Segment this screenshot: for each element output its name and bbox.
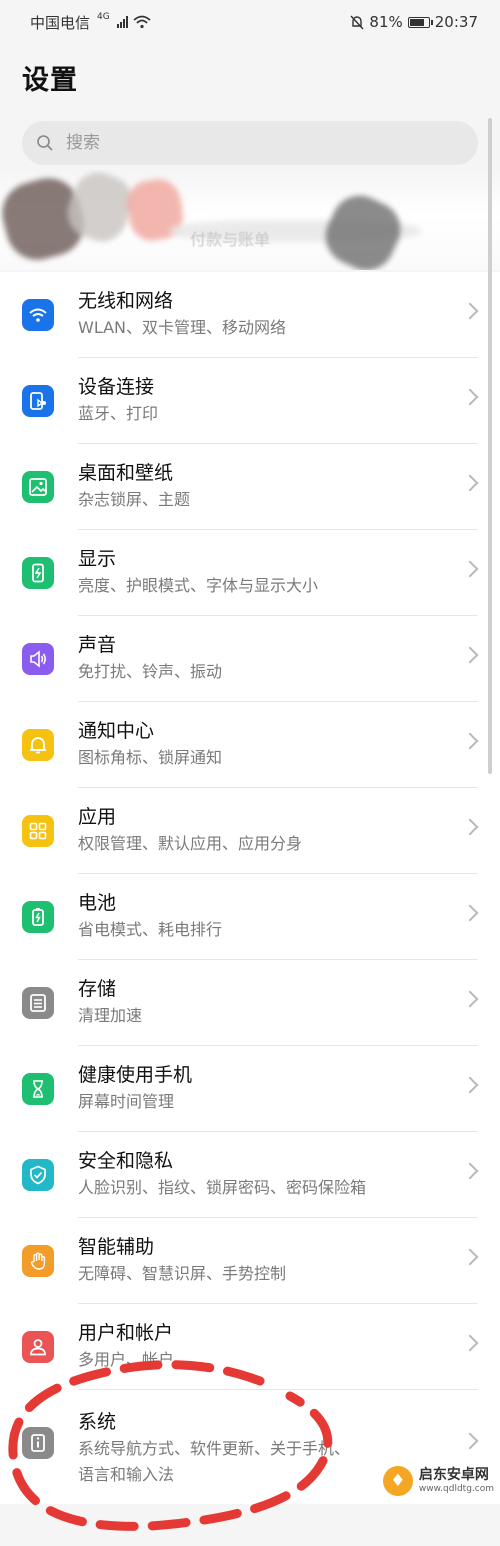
settings-item[interactable]: 桌面和壁纸杂志锁屏、主题 bbox=[0, 444, 500, 530]
settings-item-subtitle: 图标角标、锁屏通知 bbox=[78, 748, 223, 767]
clock: 20:37 bbox=[434, 13, 478, 31]
battery-percent: 81% bbox=[369, 13, 403, 31]
hand-icon bbox=[22, 1245, 54, 1277]
user-icon bbox=[22, 1331, 54, 1363]
settings-item[interactable]: 用户和帐户多用户、帐户 bbox=[0, 1304, 500, 1390]
storage-icon bbox=[22, 987, 54, 1019]
status-bar: 中国电信 4G 81% 20:37 bbox=[0, 0, 500, 44]
chevron-right-icon bbox=[461, 474, 479, 492]
banner-text: 付款与账单 bbox=[190, 230, 271, 249]
settings-item-title: 应用 bbox=[78, 806, 117, 828]
apps-grid-icon bbox=[22, 815, 54, 847]
settings-item-title: 存储 bbox=[78, 978, 117, 1000]
settings-item[interactable]: 无线和网络 WLAN、双卡管理、移动网络 bbox=[0, 272, 500, 358]
settings-item-subtitle: 多用户、帐户 bbox=[78, 1350, 175, 1369]
obscured-banner: 付款与账单 bbox=[0, 170, 500, 270]
watermark-logo: ♦ bbox=[382, 1466, 413, 1496]
chevron-right-icon bbox=[461, 1248, 479, 1266]
chevron-right-icon bbox=[461, 1162, 479, 1180]
settings-item-title: 智能辅助 bbox=[78, 1236, 155, 1258]
settings-item[interactable]: 应用权限管理、默认应用、应用分身 bbox=[0, 788, 500, 874]
network-type: 4G bbox=[97, 12, 110, 22]
settings-item-subtitle: 蓝牙、打印 bbox=[78, 404, 159, 423]
settings-item-subtitle: 权限管理、默认应用、应用分身 bbox=[78, 834, 303, 853]
settings-item[interactable]: 通知中心图标角标、锁屏通知 bbox=[0, 702, 500, 788]
settings-item-title: 用户和帐户 bbox=[78, 1322, 174, 1344]
battery-status-icon bbox=[407, 16, 433, 28]
settings-item-subtitle: 亮度、护眼模式、字体与显示大小 bbox=[78, 576, 319, 595]
watermark-url: www.qdldtg.com bbox=[418, 1484, 494, 1494]
settings-list: 无线和网络 WLAN、双卡管理、移动网络 设备连接蓝牙、打印桌面和壁纸杂志锁屏、主题… bbox=[0, 272, 500, 1504]
chevron-right-icon bbox=[461, 818, 479, 836]
settings-item-subtitle: 省电模式、耗电排行 bbox=[78, 920, 223, 939]
settings-item[interactable]: 安全和隐私人脸识别、指纹、锁屏密码、密码保险箱 bbox=[0, 1132, 500, 1218]
status-left: 中国电信 4G bbox=[30, 12, 151, 33]
search-icon bbox=[37, 135, 53, 151]
search-bar[interactable] bbox=[22, 121, 478, 165]
settings-item-title: 通知中心 bbox=[78, 720, 155, 742]
chevron-right-icon bbox=[461, 732, 479, 750]
display-icon bbox=[22, 557, 54, 589]
wifi-icon bbox=[22, 299, 54, 331]
signal-icon bbox=[116, 16, 128, 28]
scrollbar[interactable] bbox=[488, 118, 492, 774]
bell-icon bbox=[22, 729, 54, 761]
wifi-status-icon bbox=[133, 15, 151, 29]
system-info-icon bbox=[22, 1427, 54, 1459]
settings-item-title: 系统 bbox=[78, 1411, 117, 1433]
sound-icon bbox=[22, 643, 54, 675]
mute-bell-icon bbox=[350, 15, 364, 29]
shield-icon bbox=[22, 1159, 54, 1191]
settings-item-subtitle: 无障碍、智慧识屏、手势控制 bbox=[78, 1264, 287, 1283]
settings-item-title: 声音 bbox=[78, 634, 117, 656]
carrier-name: 中国电信 bbox=[30, 13, 91, 32]
chevron-right-icon bbox=[461, 904, 479, 922]
watermark-name: 启东安卓网 bbox=[418, 1467, 489, 1483]
device-connect-icon bbox=[22, 385, 54, 417]
settings-item[interactable]: 声音免打扰、铃声、振动 bbox=[0, 616, 500, 702]
settings-item-title: 健康使用手机 bbox=[78, 1064, 193, 1086]
settings-item-title: 无线和网络 bbox=[78, 290, 174, 312]
settings-item-title: 设备连接 bbox=[78, 376, 155, 398]
chevron-right-icon bbox=[461, 388, 479, 406]
chevron-right-icon bbox=[461, 302, 479, 320]
watermark: ♦ 启东安卓网 www.qdldtg.com bbox=[382, 1466, 494, 1496]
wallpaper-icon bbox=[22, 471, 54, 503]
settings-item[interactable]: 设备连接 蓝牙、打印 bbox=[0, 358, 500, 444]
settings-item[interactable]: 智能辅助无障碍、智慧识屏、手势控制 bbox=[0, 1218, 500, 1304]
settings-item-title: 显示 bbox=[78, 548, 117, 570]
settings-item-subtitle: 系统导航方式、软件更新、关于手机、 bbox=[78, 1439, 351, 1458]
status-right: 81% 20:37 bbox=[350, 13, 478, 31]
settings-item-title: 电池 bbox=[78, 892, 117, 914]
settings-item-subtitle: WLAN、双卡管理、移动网络 bbox=[78, 318, 287, 337]
settings-item[interactable]: 显示亮度、护眼模式、字体与显示大小 bbox=[0, 530, 500, 616]
settings-item[interactable]: 健康使用手机 屏幕时间管理 bbox=[0, 1046, 500, 1132]
settings-item-subtitle: 杂志锁屏、主题 bbox=[78, 490, 191, 509]
settings-item-title: 安全和隐私 bbox=[78, 1150, 174, 1172]
settings-item[interactable]: 存储 清理加速 bbox=[0, 960, 500, 1046]
battery-icon bbox=[22, 901, 54, 933]
search-input[interactable] bbox=[64, 132, 448, 154]
chevron-right-icon bbox=[461, 560, 479, 578]
settings-item-subtitle: 免打扰、铃声、振动 bbox=[78, 662, 223, 681]
settings-item[interactable]: 电池省电模式、耗电排行 bbox=[0, 874, 500, 960]
settings-item-subtitle: 屏幕时间管理 bbox=[78, 1092, 175, 1111]
chevron-right-icon bbox=[461, 990, 479, 1008]
page-title: 设置 bbox=[22, 65, 78, 96]
chevron-right-icon bbox=[461, 1334, 479, 1352]
settings-item-title: 桌面和壁纸 bbox=[78, 462, 174, 484]
settings-item-subtitle: 人脸识别、指纹、锁屏密码、密码保险箱 bbox=[78, 1178, 367, 1197]
chevron-right-icon bbox=[461, 1076, 479, 1094]
hourglass-icon bbox=[22, 1073, 54, 1105]
settings-item-subtitle: 清理加速 bbox=[78, 1006, 143, 1025]
chevron-right-icon bbox=[461, 646, 479, 664]
chevron-right-icon bbox=[461, 1432, 479, 1450]
